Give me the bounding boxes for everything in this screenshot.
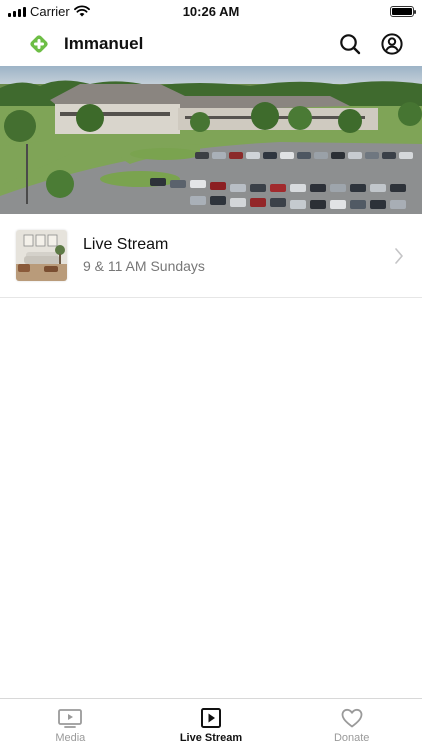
live-stream-icon	[201, 708, 221, 728]
search-icon	[340, 34, 361, 55]
tab-media-label: Media	[55, 732, 86, 744]
living-room-thumbnail	[16, 230, 67, 281]
wifi-icon	[73, 5, 90, 17]
hero-image	[0, 66, 422, 214]
tab-live-stream[interactable]: Live Stream	[141, 699, 282, 750]
app-title: Immanuel	[64, 34, 144, 53]
profile-button[interactable]	[378, 30, 406, 58]
signal-icon	[8, 6, 26, 17]
app-header: Immanuel	[0, 22, 422, 66]
profile-icon	[381, 33, 403, 55]
list-item-text: Live Stream 9 & 11 AM Sundays	[83, 235, 392, 276]
chevron-right-icon	[392, 246, 406, 266]
tab-donate-label: Donate	[333, 732, 370, 744]
heart-icon	[341, 708, 363, 728]
tab-donate[interactable]: Donate	[281, 699, 422, 750]
church-aerial-photo	[0, 66, 422, 214]
list-item-live-stream[interactable]: Live Stream 9 & 11 AM Sundays	[0, 214, 422, 298]
tab-bar: Media Live Stream Donate	[0, 698, 422, 750]
status-time: 10:26 AM	[182, 3, 240, 19]
search-button[interactable]	[336, 30, 364, 58]
tab-media[interactable]: Media	[0, 699, 141, 750]
tab-live-stream-label: Live Stream	[179, 732, 243, 744]
status-bar: Carrier 10:26 AM	[0, 0, 422, 22]
list-item-title: Live Stream	[83, 236, 169, 253]
carrier-label: Carrier	[30, 3, 70, 19]
status-left: Carrier	[8, 4, 90, 19]
battery-icon	[390, 5, 416, 17]
media-icon	[58, 709, 83, 728]
church-logo-icon	[30, 35, 48, 53]
list-item-subtitle: 9 & 11 AM Sundays	[83, 258, 205, 274]
